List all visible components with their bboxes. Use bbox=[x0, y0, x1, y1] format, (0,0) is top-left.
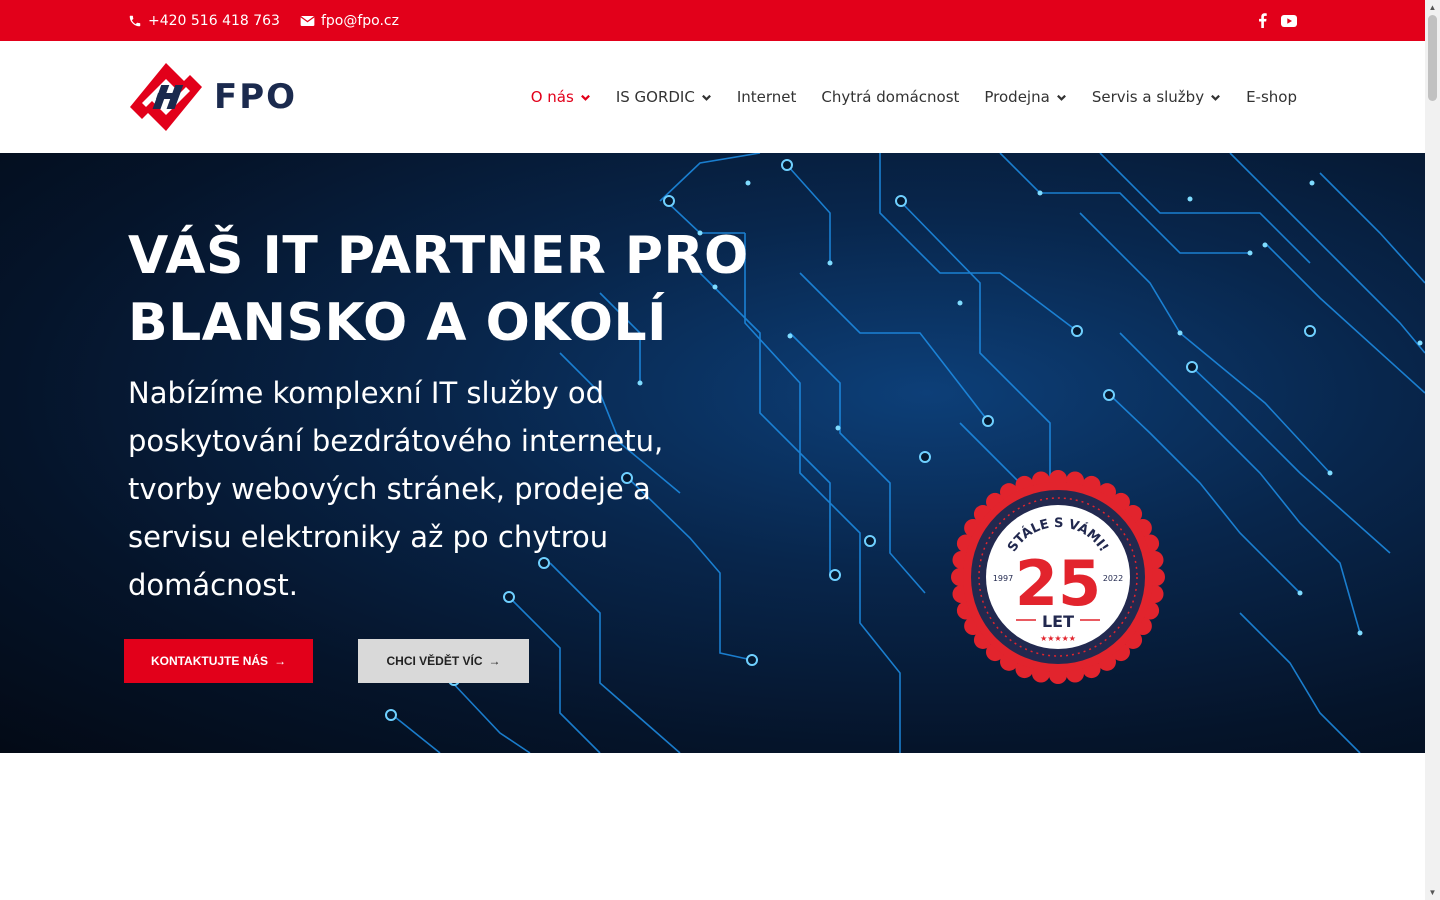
hero-subtitle: Nabízíme komplexní IT služby od poskytov… bbox=[128, 376, 664, 602]
nav-label: O nás bbox=[530, 88, 574, 106]
badge-stars: ★★★★★ bbox=[1040, 634, 1076, 643]
contact-us-button[interactable]: KONTAKTUJTE NÁS → bbox=[124, 639, 313, 683]
arrow-right-icon: → bbox=[274, 654, 287, 668]
nav-label: Prodejna bbox=[984, 88, 1050, 106]
contact-us-label: KONTAKTUJTE NÁS bbox=[150, 654, 269, 668]
email-link[interactable]: fpo@fpo.cz bbox=[300, 13, 399, 29]
phone-number: +420 516 418 763 bbox=[148, 12, 280, 29]
hero-title: VÁŠ IT PARTNER PRO BLANSKO A OKOLÍ bbox=[128, 226, 749, 353]
top-bar: +420 516 418 763 fpo@fpo.cz bbox=[0, 0, 1425, 41]
site-header: FPO O nás IS GORDIC Internet Chytrá domá… bbox=[0, 41, 1425, 153]
main-nav: O nás IS GORDIC Internet Chytrá domácnos… bbox=[531, 41, 1297, 153]
chevron-down-icon bbox=[701, 94, 711, 101]
nav-item-prodejna[interactable]: Prodejna bbox=[984, 88, 1066, 106]
nav-item-is-gordic[interactable]: IS GORDIC bbox=[616, 88, 712, 106]
badge-number: 25 bbox=[1015, 547, 1101, 620]
contact-info: +420 516 418 763 fpo@fpo.cz bbox=[128, 0, 399, 41]
logo-mark-icon bbox=[130, 63, 202, 131]
nav-item-o-nas[interactable]: O nás bbox=[531, 88, 591, 106]
learn-more-label: CHCI VĚDĚT VÍC bbox=[386, 654, 483, 668]
nav-item-internet[interactable]: Internet bbox=[737, 88, 797, 106]
page-scrollbar[interactable]: ▲ ▼ bbox=[1425, 0, 1440, 900]
nav-item-e-shop[interactable]: E-shop bbox=[1246, 88, 1297, 106]
chevron-down-icon bbox=[1211, 94, 1221, 101]
scroll-down-icon[interactable]: ▼ bbox=[1425, 885, 1440, 900]
logo-text: FPO bbox=[214, 77, 298, 117]
hero-section: VÁŠ IT PARTNER PRO BLANSKO A OKOLÍ Nabíz… bbox=[0, 153, 1425, 753]
facebook-icon[interactable] bbox=[1258, 13, 1267, 28]
badge-year-end: 2022 bbox=[1103, 574, 1123, 583]
nav-item-servis-a-sluzby[interactable]: Servis a služby bbox=[1092, 88, 1221, 106]
nav-label: E-shop bbox=[1246, 88, 1297, 106]
social-links bbox=[1258, 0, 1297, 41]
chevron-down-icon bbox=[580, 94, 590, 101]
badge-unit: LET bbox=[1042, 612, 1074, 631]
nav-label: Servis a služby bbox=[1091, 88, 1205, 106]
phone-icon bbox=[128, 14, 142, 28]
email-address: fpo@fpo.cz bbox=[320, 12, 399, 29]
nav-label: Internet bbox=[736, 88, 797, 106]
scrollbar-thumb[interactable] bbox=[1428, 15, 1437, 101]
badge-year-start: 1997 bbox=[993, 574, 1013, 583]
nav-item-chytra-domacnost[interactable]: Chytrá domácnost bbox=[821, 88, 959, 106]
phone-link[interactable]: +420 516 418 763 bbox=[128, 13, 280, 29]
arrow-right-icon: → bbox=[488, 654, 501, 668]
logo[interactable]: FPO bbox=[128, 61, 308, 133]
nav-label: Chytrá domácnost bbox=[821, 88, 960, 106]
learn-more-button[interactable]: CHCI VĚDĚT VÍC → bbox=[358, 639, 529, 683]
nav-label: IS GORDIC bbox=[615, 88, 695, 106]
anniversary-badge: STÁLE S VÁMI! 25 1997 2022 LET ★★★★★ bbox=[951, 470, 1165, 684]
youtube-icon[interactable] bbox=[1281, 14, 1297, 27]
chevron-down-icon bbox=[1056, 94, 1066, 101]
envelope-icon bbox=[300, 15, 315, 27]
scroll-up-icon[interactable]: ▲ bbox=[1425, 0, 1440, 15]
